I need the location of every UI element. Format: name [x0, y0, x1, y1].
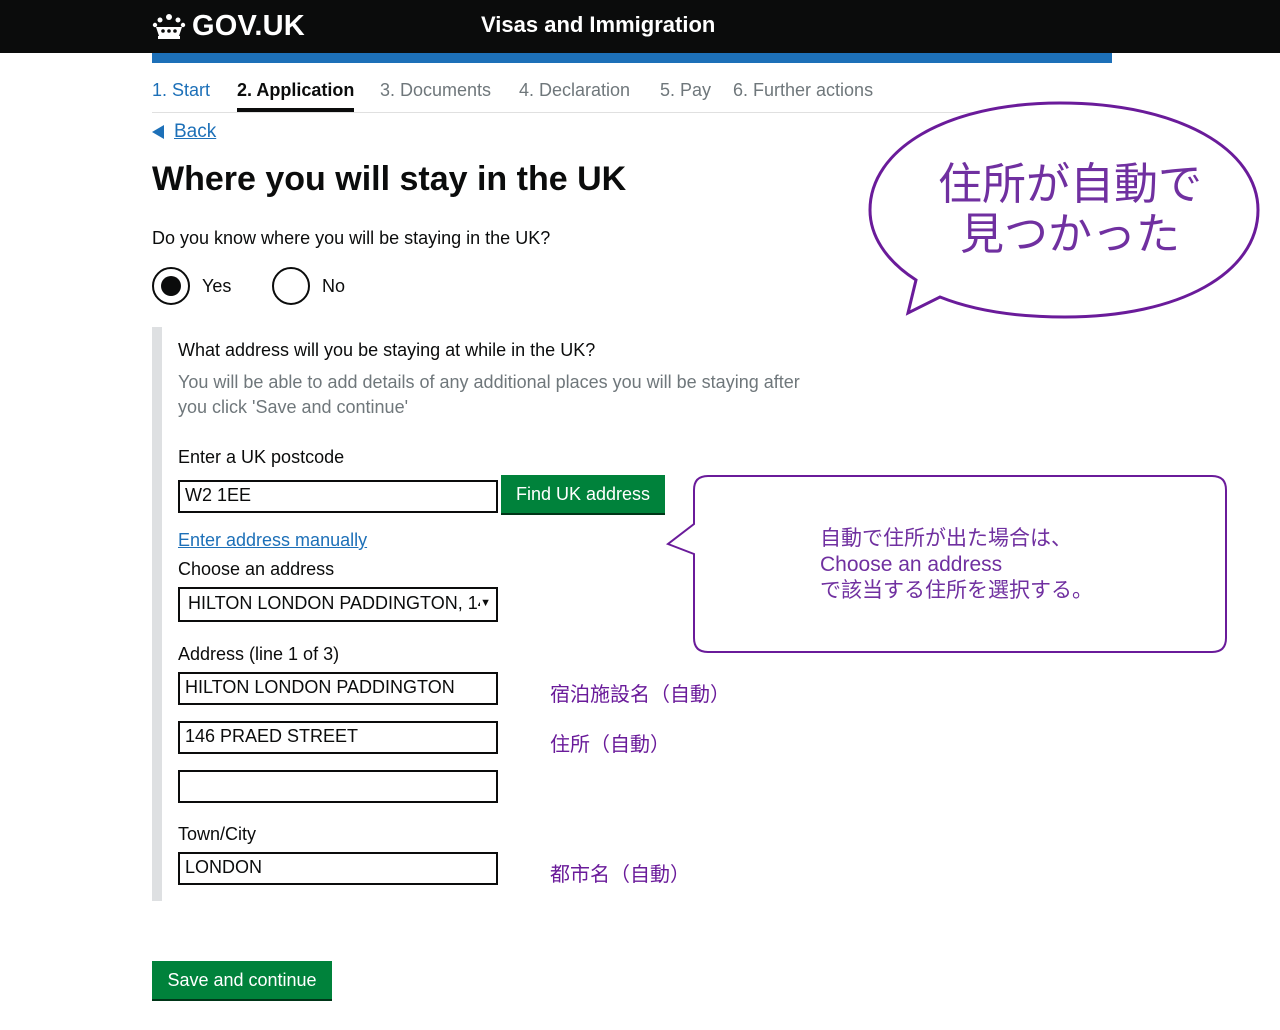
back-link-text[interactable]: Back — [174, 121, 216, 143]
radio-yes[interactable]: Yes — [152, 267, 231, 305]
address-line1-input[interactable]: HILTON LONDON PADDINGTON — [178, 672, 498, 705]
speech-bubble-line1: 住所が自動で — [938, 159, 1202, 210]
save-and-continue-button[interactable]: Save and continue — [152, 961, 332, 1001]
govuk-logo[interactable]: GOV.UK — [152, 9, 305, 43]
page-title: Where you will stay in the UK — [152, 160, 627, 198]
address-hint: You will be able to add details of any a… — [178, 372, 800, 417]
callout-line1: 自動で住所が出た場合は、 — [820, 527, 1072, 550]
conditional-panel-bar — [152, 327, 162, 901]
service-name[interactable]: Visas and Immigration — [481, 12, 715, 38]
town-input[interactable]: LONDON — [178, 852, 498, 885]
header-blue-bar — [152, 53, 1112, 63]
logo-text: GOV.UK — [192, 9, 305, 42]
radio-selected-dot — [161, 276, 181, 296]
callout-line2: Choose an address — [820, 553, 1003, 576]
select-caret-icon: ▼ — [480, 597, 491, 609]
town-annotation: 都市名（自動） — [550, 864, 690, 886]
postcode-label: Enter a UK postcode — [178, 447, 345, 467]
enter-address-manually-link[interactable]: Enter address manually — [178, 530, 367, 551]
address-line1-label: Address (line 1 of 3) — [178, 644, 340, 664]
line2-annotation: 住所（自動） — [550, 734, 670, 756]
address-line2-input[interactable]: 146 PRAED STREET — [178, 721, 498, 754]
radio-yes-label[interactable]: Yes — [202, 276, 231, 297]
stay-question: Do you know where you will be staying in… — [152, 228, 551, 248]
choose-address-value: HILTON LONDON PADDINGTON, 146 — [188, 593, 480, 613]
address-question: What address will you be staying at whil… — [178, 340, 596, 360]
step-pay: 5. Pay — [660, 80, 712, 100]
back-link[interactable]: Back — [152, 121, 216, 143]
callout-text: 自動で住所が出た場合は、 Choose an address で該当する住所を選… — [820, 526, 1093, 604]
step-start[interactable]: 1. Start — [152, 80, 210, 112]
postcode-input[interactable]: W2 1EE — [178, 480, 498, 513]
radio-no-circle[interactable] — [272, 267, 310, 305]
radio-yes-circle[interactable] — [152, 267, 190, 305]
choose-address-select[interactable]: HILTON LONDON PADDINGTON, 146 ▼ — [178, 587, 498, 622]
choose-address-label: Choose an address — [178, 559, 335, 579]
address-line3-input[interactable] — [178, 770, 498, 803]
back-arrow-icon — [152, 125, 164, 139]
town-label: Town/City — [178, 824, 257, 844]
govuk-header: GOV.UK Visas and Immigration — [0, 0, 1280, 53]
radio-no-label[interactable]: No — [322, 276, 345, 297]
step-further-actions: 6. Further actions — [733, 80, 874, 100]
speech-bubble-line2: 見つかった — [960, 209, 1180, 260]
step-declaration: 4. Declaration — [519, 80, 631, 100]
line1-annotation: 宿泊施設名（自動） — [550, 684, 730, 706]
crown-icon — [152, 14, 186, 39]
speech-bubble-text: 住所が自動で 見つかった — [905, 160, 1235, 260]
step-documents: 3. Documents — [380, 80, 492, 100]
callout-line3: で該当する住所を選択する。 — [820, 579, 1093, 602]
find-address-button[interactable]: Find UK address — [501, 475, 665, 515]
step-application: 2. Application — [237, 80, 355, 112]
radio-no[interactable]: No — [272, 267, 345, 305]
